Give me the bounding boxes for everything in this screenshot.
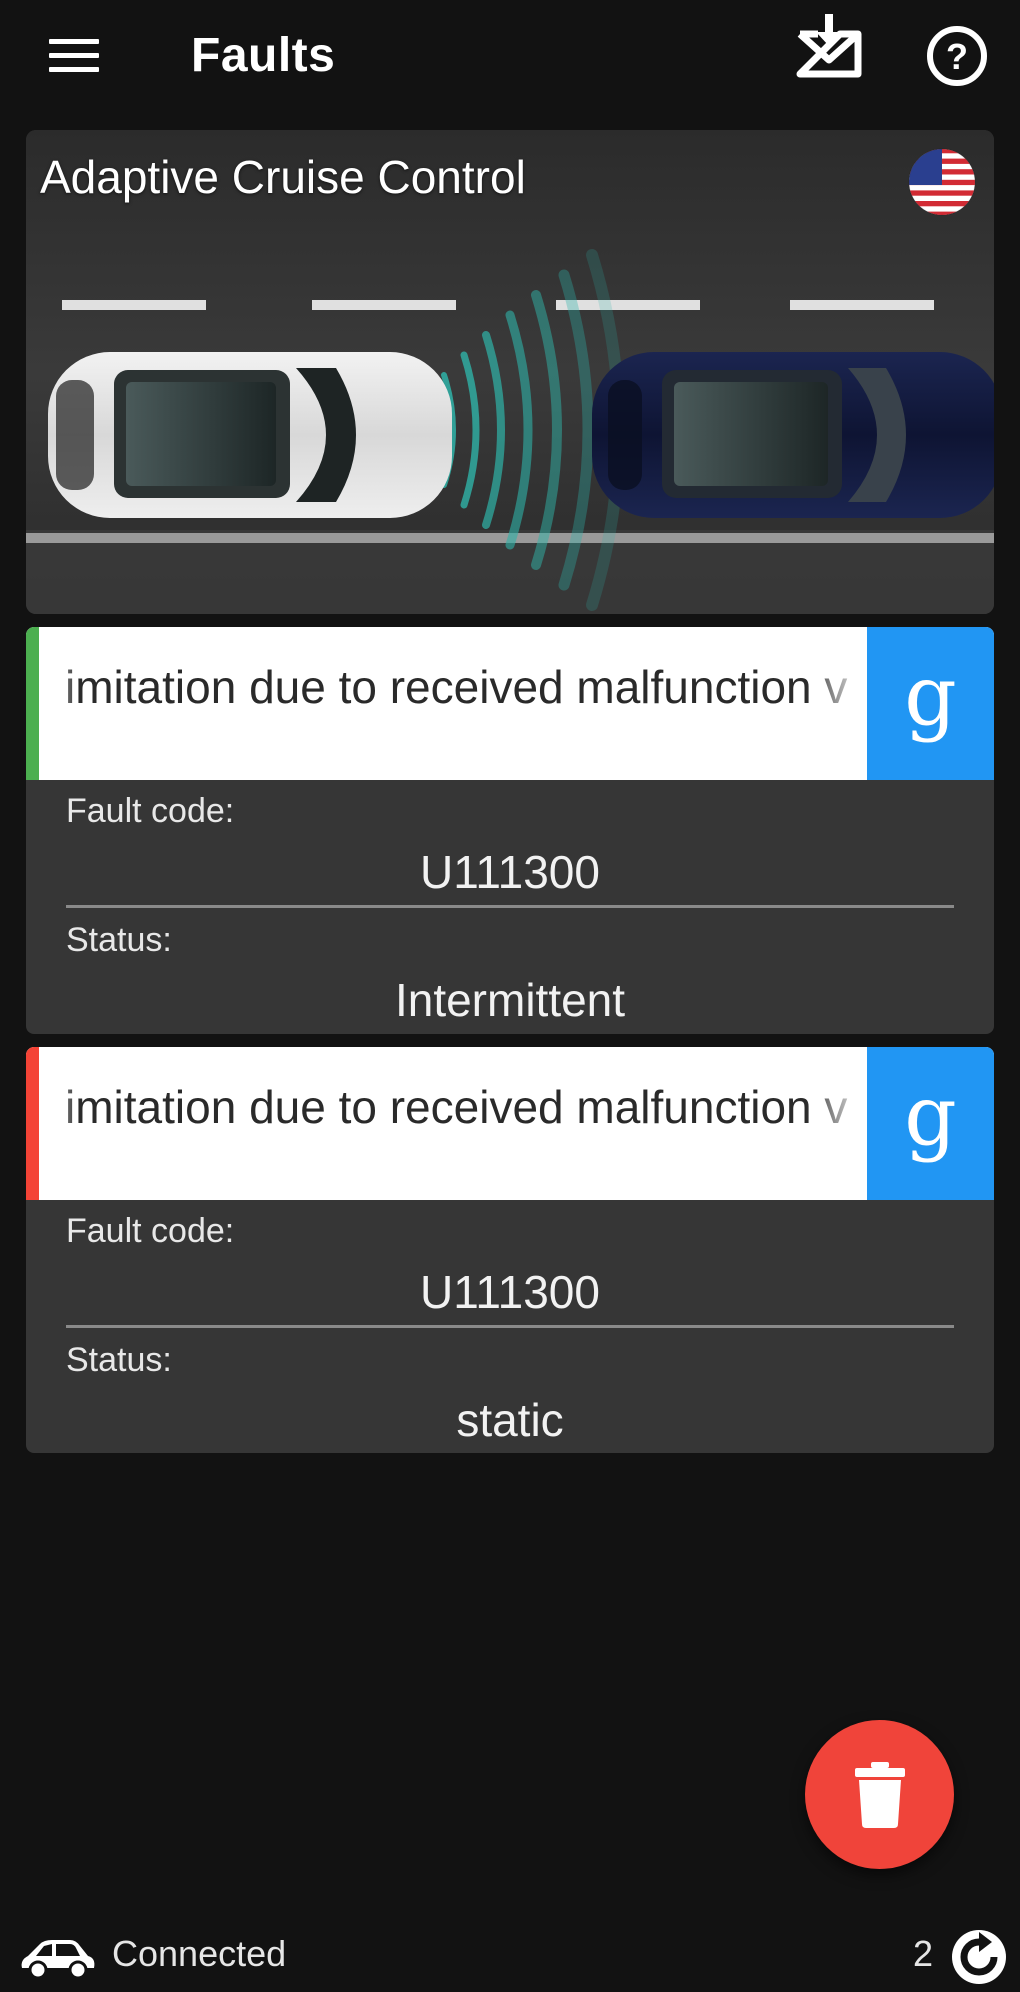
google-g-icon: g [904, 1069, 957, 1164]
google-search-button[interactable]: g [867, 1047, 994, 1200]
blue-car [592, 352, 994, 518]
status-value: static [456, 1394, 564, 1446]
status-value: Intermittent [394, 974, 626, 1026]
system-header-card: Adaptive Cruise Control [26, 130, 994, 614]
faults-screen: Faults ? Adaptive Cruise Control imitati… [0, 0, 1020, 1992]
status-accent-bar [26, 627, 39, 780]
refresh-icon [952, 1930, 1006, 1984]
status-bar: Connected 2 [0, 1920, 1020, 1992]
fault-card: imitation due to received malfunction v … [26, 627, 994, 1034]
svg-text:?: ? [946, 36, 968, 77]
fault-code-label: Fault code: [66, 1212, 235, 1250]
fault-description: imitation due to received malfunction v [65, 661, 848, 713]
fault-card: imitation due to received malfunction v … [26, 1047, 994, 1453]
google-g-icon: g [904, 649, 957, 744]
clear-faults-button[interactable] [805, 1720, 954, 1869]
google-search-button[interactable]: g [867, 627, 994, 780]
divider [66, 905, 954, 908]
fault-description-row: imitation due to received malfunction v … [26, 1047, 994, 1200]
fault-count: 2 [913, 1933, 934, 1974]
language-button[interactable] [908, 148, 976, 216]
fault-description: imitation due to received malfunction v [65, 1081, 848, 1133]
white-car [48, 352, 452, 518]
menu-button[interactable] [40, 26, 110, 84]
car-icon [21, 1940, 95, 1980]
refresh-button[interactable] [950, 1928, 1008, 1986]
connection-status: Connected [112, 1933, 287, 1974]
status-label: Status: [66, 921, 172, 959]
status-label: Status: [66, 1341, 172, 1379]
app-bar: Faults ? [0, 0, 1020, 118]
page-title: Faults [191, 29, 336, 82]
divider [66, 1325, 954, 1328]
inbox-download-icon [796, 14, 862, 78]
us-flag-icon [908, 148, 976, 216]
save-report-button[interactable] [794, 14, 864, 84]
fault-code-label: Fault code: [66, 792, 235, 830]
fault-description-row: imitation due to received malfunction v … [26, 627, 994, 780]
fault-code-value: U111300 [420, 846, 600, 898]
system-name: Adaptive Cruise Control [40, 151, 526, 203]
trash-icon [854, 1761, 905, 1828]
hamburger-menu-icon [49, 39, 99, 44]
fault-code-value: U111300 [420, 1266, 600, 1318]
help-button[interactable]: ? [925, 24, 989, 88]
status-accent-bar [26, 1047, 39, 1200]
help-circle-icon: ? [927, 26, 987, 86]
